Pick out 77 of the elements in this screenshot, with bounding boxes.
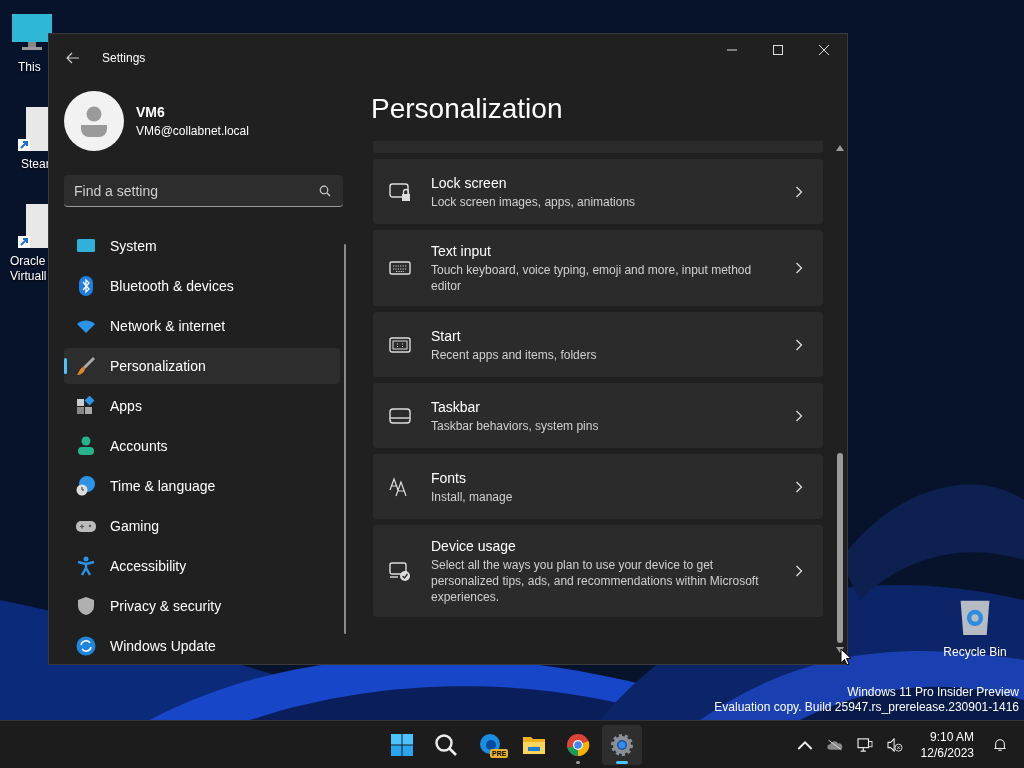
nav-item[interactable]: Apps xyxy=(64,388,340,424)
settings-card[interactable]: Text input Touch keyboard, voice typing, emoji and more, input method editor xyxy=(373,230,823,306)
nav-item[interactable]: Bluetooth & devices xyxy=(64,268,340,304)
card-description: Install, manage xyxy=(431,488,514,505)
clock[interactable]: 9:10 AM 12/6/2023 xyxy=(916,728,978,761)
device-check-icon xyxy=(389,561,411,581)
card-title: Device usage xyxy=(431,537,517,555)
bell-icon[interactable] xyxy=(992,737,1008,752)
user-email: VM6@collabnet.local xyxy=(136,124,249,139)
mouse-cursor-icon xyxy=(840,648,852,666)
person-icon xyxy=(76,436,96,456)
card-description: Select all the ways you plan to use your device to get personalized tips, ads, and recommendations within Microsoft experiences. xyxy=(431,557,760,605)
search-icon xyxy=(434,732,458,757)
settings-card[interactable]: Device usage Select all the ways you plan to use your device to get personalized tips, ads, and recommendations within Microsoft experiences. xyxy=(373,525,823,617)
taskbar-icon xyxy=(389,405,411,426)
card-title: Taskbar xyxy=(431,397,482,416)
network-wired-icon[interactable] xyxy=(856,737,873,752)
search-field[interactable]: Find a setting xyxy=(64,175,343,207)
cloud-off-icon[interactable] xyxy=(826,737,843,752)
file-shortcut-icon[interactable] xyxy=(18,107,48,151)
card-title: Lock screen xyxy=(431,173,508,192)
card-description: Lock screen images, apps, animations xyxy=(431,193,637,210)
lock-screen-icon xyxy=(389,181,411,202)
back-icon[interactable] xyxy=(66,51,80,64)
build-info-text: Windows 11 Pro Insider Preview Evaluation copy. Build 25947.rs_prerelease.230901-1416 xyxy=(714,685,1019,715)
scrollbar-thumb[interactable] xyxy=(837,453,843,643)
nav-item[interactable]: Gaming xyxy=(64,508,340,544)
keyboard-icon xyxy=(389,258,411,278)
apps-grid-icon xyxy=(76,396,96,416)
nav-item[interactable]: Accounts xyxy=(64,428,340,464)
card-description: Taskbar behaviors, system pins xyxy=(431,417,600,434)
nav-item[interactable]: Windows Update xyxy=(64,628,340,664)
chevron-right-icon xyxy=(795,565,803,577)
desktop-icon-label: Virtuall xyxy=(9,269,47,284)
chevron-right-icon xyxy=(795,262,803,274)
start-menu-icon xyxy=(389,334,411,355)
window-title: Settings xyxy=(102,50,146,65)
refresh-icon xyxy=(76,636,96,656)
nav-item[interactable]: System xyxy=(64,228,340,264)
globe-clock-icon xyxy=(76,476,96,496)
card-title: Start xyxy=(431,326,462,345)
card-description: Recent apps and items, folders xyxy=(431,346,598,363)
recycle-bin-label: Recycle Bin xyxy=(943,645,1007,659)
accessibility-icon xyxy=(76,556,96,576)
file-shortcut-icon[interactable] xyxy=(18,204,48,248)
volume-muted-icon[interactable] xyxy=(886,737,903,752)
chevron-right-icon xyxy=(795,409,803,422)
chevron-right-icon xyxy=(795,480,803,493)
avatar-icon[interactable] xyxy=(64,91,124,152)
nav-item[interactable]: Accessibility xyxy=(64,548,340,584)
nav-item[interactable]: Network & internet xyxy=(64,308,340,344)
shield-icon xyxy=(76,596,96,616)
chevron-right-icon xyxy=(795,185,803,198)
settings-button[interactable] xyxy=(602,724,642,765)
search-icon[interactable] xyxy=(319,185,331,197)
chevron-right-icon xyxy=(795,338,803,351)
browser-logo-icon xyxy=(566,732,590,757)
desktop-icon-label: Stear xyxy=(20,157,50,172)
card-description: Touch keyboard, voice typing, emoji and more, input method editor xyxy=(431,262,753,294)
nav-item[interactable]: Personalization xyxy=(64,348,340,384)
desktop-icon-label: Oracle xyxy=(9,254,46,269)
nav-item[interactable]: Time & language xyxy=(64,468,340,504)
bluetooth-icon xyxy=(76,276,96,296)
card-title: Text input xyxy=(431,242,492,260)
windows-logo-icon xyxy=(390,732,414,757)
scroll-up-icon[interactable] xyxy=(836,145,844,151)
settings-card[interactable]: Lock screen Lock screen images, apps, animations xyxy=(373,159,823,224)
settings-card[interactable]: Taskbar Taskbar behaviors, system pins xyxy=(373,383,823,448)
gear-icon xyxy=(610,732,634,757)
user-name: VM6 xyxy=(136,104,166,121)
desktop-icon-label: This xyxy=(17,60,41,75)
settings-card[interactable]: Start Recent apps and items, folders xyxy=(373,312,823,377)
card-title: Fonts xyxy=(431,468,467,487)
page-title: Personalization xyxy=(371,92,564,126)
nav-item[interactable]: Privacy & security xyxy=(64,588,340,624)
settings-card[interactable]: Fonts Install, manage xyxy=(373,454,823,519)
paintbrush-icon xyxy=(76,356,96,376)
